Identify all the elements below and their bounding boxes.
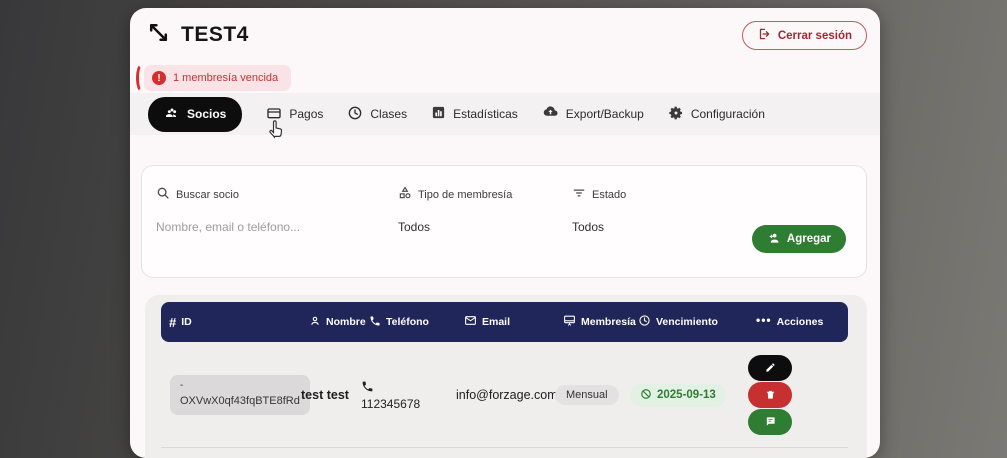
table-header-row: # ID Nombre Teléfono [161, 302, 848, 342]
alert-message: 1 membresía vencida [173, 72, 278, 84]
col-header-membership: Membresía [555, 314, 630, 330]
col-header-email: Email [456, 314, 555, 330]
filter-lines-icon [572, 186, 586, 203]
status-label: Estado [592, 189, 626, 201]
row-actions [748, 355, 848, 435]
table-row-partial [161, 448, 848, 458]
tab-label: Socios [187, 107, 226, 121]
tab-label: Configuración [691, 107, 765, 121]
clock-icon [638, 314, 651, 330]
tab-label: Pagos [289, 107, 323, 121]
tab-export-backup[interactable]: Export/Backup [542, 104, 644, 124]
pencil-icon [765, 361, 776, 376]
member-name: test test [301, 388, 361, 402]
col-header-name: Nombre [301, 315, 361, 330]
page-title: TEST4 [181, 23, 249, 47]
member-id: OXVwX0qf43fqBTE8fRd [180, 394, 300, 410]
phone-icon [369, 315, 381, 330]
edit-button[interactable] [748, 355, 792, 381]
status-select[interactable]: Todos [572, 220, 626, 234]
chat-bubble-icon [765, 415, 776, 430]
main-panel: TEST4 Cerrar sesión ! 1 membresía vencid… [130, 8, 880, 458]
more-dots-icon: ••• [756, 313, 772, 327]
logout-label: Cerrar sesión [778, 30, 852, 42]
category-shapes-icon [398, 186, 412, 203]
error-icon: ! [152, 71, 166, 85]
cloud-upload-icon [542, 104, 559, 124]
filters-panel: Buscar socio Tipo de membresía Todos [141, 165, 867, 278]
tab-label: Export/Backup [566, 107, 644, 121]
tab-bar: Socios Pagos Clases [130, 93, 880, 135]
delete-button[interactable] [748, 382, 792, 408]
tab-label: Estadísticas [453, 107, 518, 121]
col-header-id: # ID [161, 315, 301, 330]
slashed-circle-icon [640, 388, 652, 403]
expiry-badge: 2025-09-13 [630, 384, 726, 407]
tab-label: Clases [370, 107, 407, 121]
col-header-actions: ••• Acciones [748, 316, 848, 328]
members-table: # ID Nombre Teléfono [145, 295, 867, 458]
person-add-icon [767, 231, 781, 248]
message-button[interactable] [748, 409, 792, 435]
envelope-icon [464, 314, 477, 330]
search-input[interactable] [156, 220, 346, 234]
bar-chart-icon [431, 105, 446, 123]
search-label: Buscar socio [176, 189, 239, 201]
tab-configuracion[interactable]: Configuración [668, 105, 765, 124]
membership-badge: Mensual [555, 385, 619, 405]
logout-button[interactable]: Cerrar sesión [742, 21, 867, 50]
gear-icon [668, 105, 684, 124]
dumbbell-diagonal-arrows-icon [146, 20, 171, 50]
membership-type-select[interactable]: Todos [398, 220, 512, 234]
payment-card-icon [266, 105, 282, 124]
col-header-expiry: Vencimiento [630, 314, 748, 330]
trash-icon [765, 388, 776, 403]
app-header: TEST4 [146, 20, 249, 50]
hash-icon: # [169, 315, 176, 330]
tab-socios[interactable]: Socios [148, 97, 242, 132]
add-member-button[interactable]: Agregar [752, 225, 846, 253]
member-email: info@forzage.com [456, 388, 555, 402]
search-icon [156, 186, 170, 203]
people-group-icon [164, 105, 180, 124]
tab-pagos[interactable]: Pagos [266, 105, 323, 124]
table-row: - OXVwX0qf43fqBTE8fRd test test 11234567… [161, 342, 848, 448]
member-phone: 112345678 [361, 380, 456, 411]
tab-clases[interactable]: Clases [347, 105, 407, 124]
phone-icon [361, 380, 456, 396]
expired-membership-alert: ! 1 membresía vencida [136, 63, 291, 93]
clock-icon [347, 105, 363, 124]
membership-type-label: Tipo de membresía [418, 189, 512, 201]
membership-card-icon [563, 314, 576, 330]
person-icon [309, 315, 321, 330]
tab-estadisticas[interactable]: Estadísticas [431, 105, 518, 123]
add-member-label: Agregar [787, 233, 831, 245]
col-header-phone: Teléfono [361, 315, 456, 330]
logout-icon [757, 27, 771, 44]
member-id-badge: - OXVwX0qf43fqBTE8fRd [170, 375, 310, 414]
